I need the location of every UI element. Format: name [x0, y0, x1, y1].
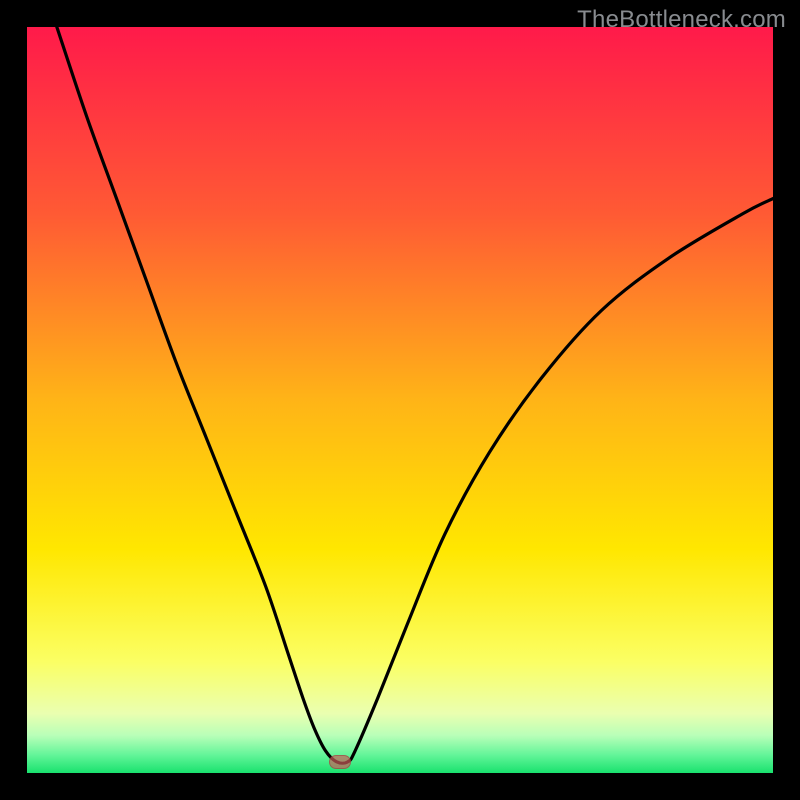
chart-background [27, 27, 773, 773]
optimal-point-marker [329, 755, 351, 769]
chart-frame: TheBottleneck.com [0, 0, 800, 800]
bottleneck-chart [27, 27, 773, 773]
